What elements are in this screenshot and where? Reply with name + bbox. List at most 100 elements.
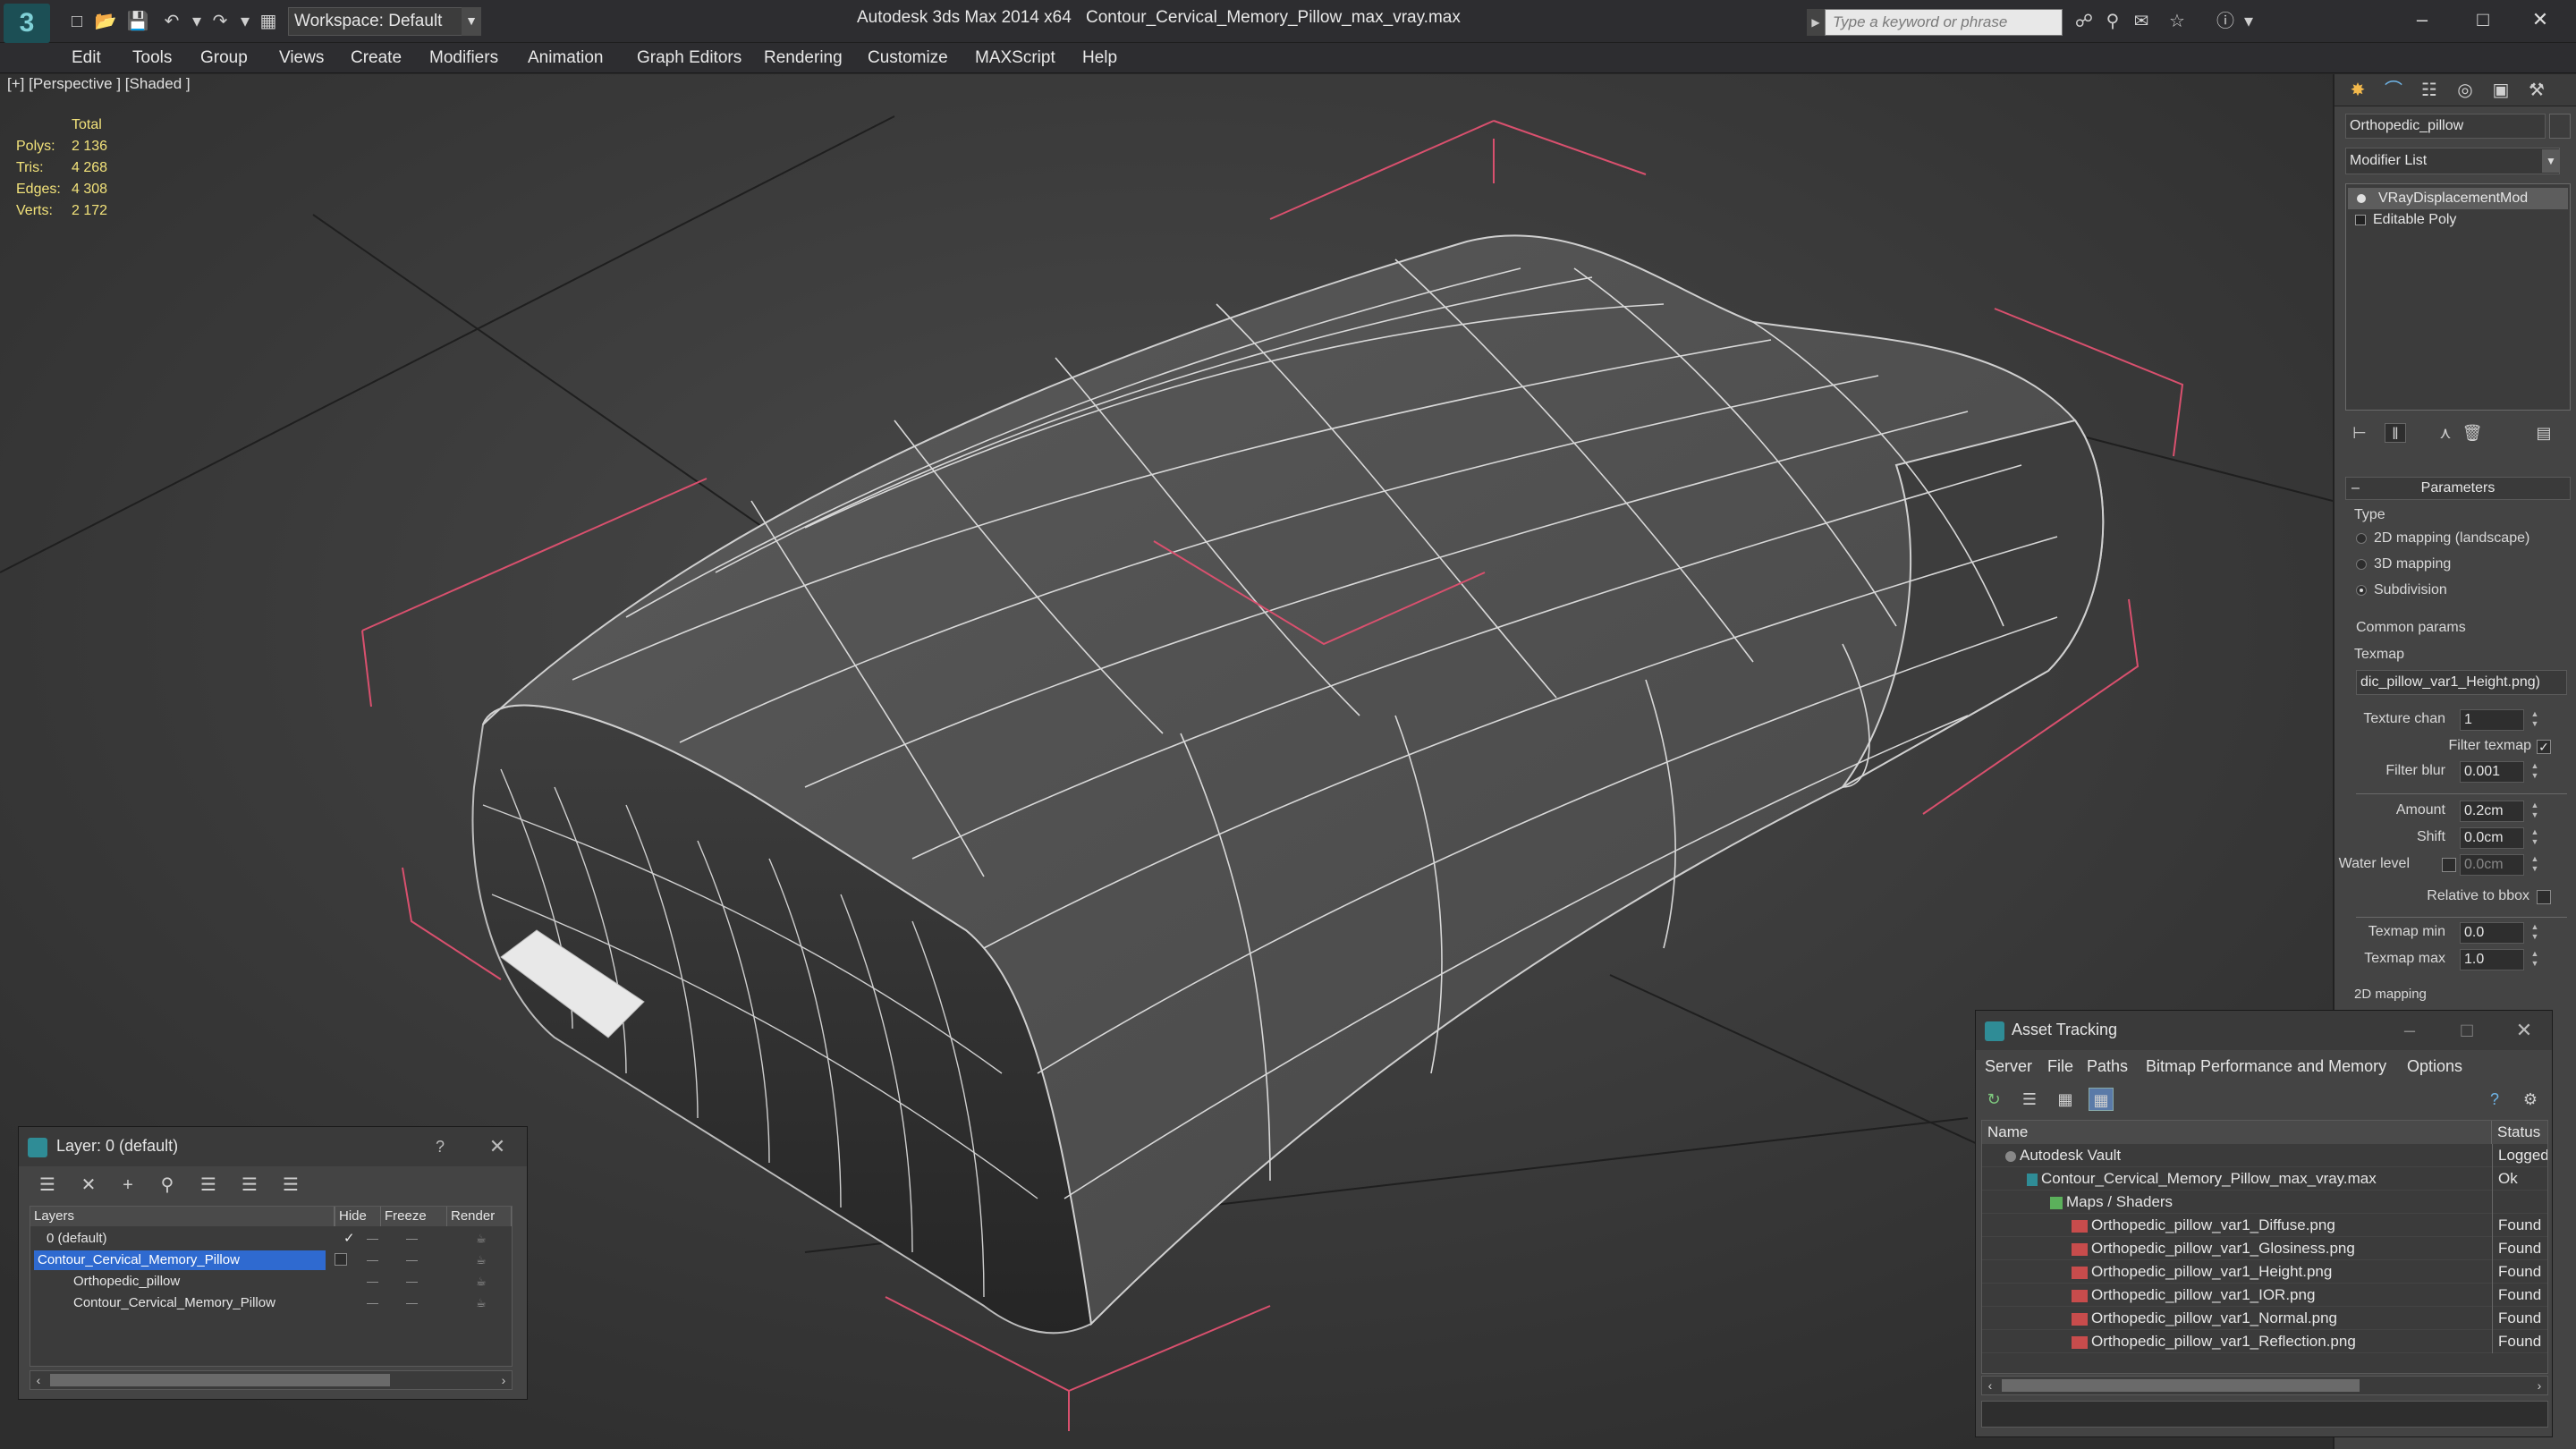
menu-create[interactable]: Create — [351, 48, 402, 68]
freeze-toggle[interactable]: — — [406, 1228, 418, 1250]
water-level-checkbox[interactable] — [2442, 858, 2456, 872]
layer-row[interactable]: Orthopedic_pillow — — ☕ — [30, 1271, 512, 1292]
menu-group[interactable]: Group — [200, 48, 248, 68]
search-input[interactable]: Type a keyword or phrase — [1825, 9, 2063, 36]
asset-row[interactable]: Contour_Cervical_Memory_Pillow_max_vray.… — [1982, 1167, 2547, 1191]
column-header-hide[interactable]: Hide — [335, 1207, 381, 1226]
radio-3d-mapping[interactable]: 3D mapping — [2356, 556, 2451, 572]
menu-modifiers[interactable]: Modifiers — [429, 48, 498, 68]
menu-graph-editors[interactable]: Graph Editors — [637, 48, 741, 68]
asset-row[interactable]: Orthopedic_pillow_var1_Glosiness.png Fou… — [1982, 1237, 2547, 1260]
layer-row[interactable]: 0 (default) ✓ — — ☕ — [30, 1228, 512, 1250]
active-layer-check-icon[interactable]: ✓ — [343, 1228, 355, 1250]
freeze-toggle[interactable]: — — [406, 1250, 418, 1271]
asset-path-field[interactable] — [1981, 1401, 2548, 1428]
menu-paths[interactable]: Paths — [2087, 1057, 2128, 1076]
menu-options[interactable]: Options — [2407, 1057, 2462, 1076]
favorites-star-icon[interactable]: ☆ — [2165, 9, 2190, 34]
filter-texmap-checkbox[interactable]: ✓ — [2537, 740, 2551, 754]
menu-rendering[interactable]: Rendering — [764, 48, 843, 68]
layer-dialog-titlebar[interactable]: Layer: 0 (default) ? ✕ — [19, 1127, 527, 1166]
menu-help[interactable]: Help — [1082, 48, 1117, 68]
spinner-arrows-icon[interactable]: ▲ ▼ — [2529, 922, 2540, 944]
scroll-right-icon[interactable]: › — [496, 1371, 512, 1389]
asset-row[interactable]: Autodesk Vault Logged — [1982, 1144, 2547, 1167]
lightbulb-icon[interactable] — [2357, 194, 2366, 203]
render-teapot-icon[interactable]: ☕ — [476, 1271, 487, 1292]
water-level-input[interactable]: 0.0cm — [2460, 854, 2524, 876]
search-expand-icon[interactable]: ▶ — [1807, 9, 1825, 36]
undo-icon[interactable]: ↶ — [159, 9, 184, 34]
maximize-icon[interactable]: □ — [2453, 1018, 2480, 1043]
column-header-name[interactable]: Name — [1982, 1121, 2492, 1144]
asset-row[interactable]: Maps / Shaders — [1982, 1191, 2547, 1214]
minimize-icon[interactable]: – — [2397, 4, 2447, 36]
display-tab-icon[interactable]: ▣ — [2485, 78, 2517, 103]
filter-blur-input[interactable]: 0.001 — [2460, 761, 2524, 783]
select-objects-icon[interactable]: ⚲ — [155, 1174, 180, 1197]
column-header-freeze[interactable]: Freeze — [381, 1207, 447, 1226]
motion-tab-icon[interactable]: ◎ — [2449, 78, 2481, 103]
freeze-toggle[interactable]: — — [406, 1271, 418, 1292]
create-layer-icon[interactable]: ☰ — [35, 1174, 60, 1197]
project-folder-icon[interactable]: ▦ — [256, 9, 281, 34]
help-icon[interactable]: ? — [427, 1134, 453, 1159]
radio-2d-mapping[interactable]: 2D mapping (landscape) — [2356, 530, 2529, 547]
close-icon[interactable]: ✕ — [2515, 4, 2565, 36]
freeze-toggle[interactable]: — — [406, 1292, 418, 1314]
asset-row[interactable]: Orthopedic_pillow_var1_Diffuse.png Found — [1982, 1214, 2547, 1237]
stack-item-vray-displacement[interactable]: VRayDisplacementMod — [2348, 188, 2568, 209]
parameters-rollout-header[interactable]: – Parameters — [2345, 477, 2571, 500]
freeze-all-layers-icon[interactable]: ☰ — [278, 1174, 303, 1197]
shift-input[interactable]: 0.0cm — [2460, 827, 2524, 849]
menu-tools[interactable]: Tools — [132, 48, 172, 68]
configure-modifier-sets-icon[interactable]: ▤ — [2533, 423, 2555, 443]
menu-edit[interactable]: Edit — [72, 48, 101, 68]
modify-tab-icon[interactable]: ⌒ — [2377, 78, 2410, 103]
hide-all-layers-icon[interactable]: ☰ — [237, 1174, 262, 1197]
refresh-icon[interactable]: ↻ — [1981, 1088, 2006, 1111]
horizontal-scrollbar[interactable]: ‹ › — [30, 1370, 513, 1390]
asset-row[interactable]: Orthopedic_pillow_var1_Reflection.png Fo… — [1982, 1330, 2547, 1353]
save-file-icon[interactable]: 💾 — [125, 9, 150, 34]
texmap-min-input[interactable]: 0.0 — [2460, 922, 2524, 944]
menu-file[interactable]: File — [2047, 1057, 2073, 1076]
open-file-icon[interactable]: 📂 — [93, 9, 118, 34]
scroll-right-icon[interactable]: › — [2531, 1377, 2547, 1394]
asset-row[interactable]: Orthopedic_pillow_var1_Height.png Found — [1982, 1260, 2547, 1284]
active-layer-checkbox[interactable] — [335, 1253, 347, 1266]
make-unique-icon[interactable]: ⋏ — [2435, 423, 2456, 443]
hide-toggle[interactable]: — — [367, 1271, 378, 1292]
redo-dropdown-icon[interactable]: ▾ — [233, 9, 258, 34]
settings-icon[interactable]: ⚙ — [2518, 1088, 2543, 1111]
asset-row[interactable]: Orthopedic_pillow_var1_IOR.png Found — [1982, 1284, 2547, 1307]
asset-tracking-titlebar[interactable]: Asset Tracking – □ ✕ — [1976, 1011, 2552, 1050]
column-header-layers[interactable]: Layers — [30, 1207, 335, 1226]
layer-row[interactable]: Contour_Cervical_Memory_Pillow — — ☕ — [30, 1292, 512, 1314]
spinner-arrows-icon[interactable]: ▲ ▼ — [2529, 709, 2540, 731]
spinner-arrows-icon[interactable]: ▲ ▼ — [2529, 761, 2540, 783]
expand-icon[interactable] — [2355, 215, 2366, 225]
maximize-icon[interactable]: □ — [2458, 4, 2508, 36]
delete-layer-icon[interactable]: ✕ — [76, 1174, 101, 1197]
texmap-max-input[interactable]: 1.0 — [2460, 949, 2524, 970]
pin-stack-icon[interactable]: ⊢ — [2349, 423, 2370, 443]
scroll-left-icon[interactable]: ‹ — [30, 1371, 47, 1389]
utilities-tab-icon[interactable]: ⚒ — [2521, 78, 2553, 103]
hide-toggle[interactable]: — — [367, 1292, 378, 1314]
new-file-icon[interactable]: □ — [64, 9, 89, 34]
render-teapot-icon[interactable]: ☕ — [476, 1292, 487, 1314]
workspace-dropdown[interactable]: Workspace: Default — [288, 7, 481, 36]
texmap-button[interactable]: dic_pillow_var1_Height.png) — [2356, 670, 2567, 695]
highlight-selected-icon[interactable]: ☰ — [196, 1174, 221, 1197]
binoculars-icon[interactable]: ☍ — [2072, 9, 2097, 34]
list-view-icon[interactable]: ☰ — [2017, 1088, 2042, 1111]
hierarchy-tab-icon[interactable]: ☷ — [2413, 78, 2445, 103]
scroll-left-icon[interactable]: ‹ — [1982, 1377, 1998, 1394]
help-icon[interactable]: ⓘ — [2213, 9, 2238, 34]
scrollbar-thumb[interactable] — [2002, 1379, 2360, 1392]
menu-animation[interactable]: Animation — [528, 48, 604, 68]
create-tab-icon[interactable]: ✸ — [2342, 78, 2374, 103]
relative-bbox-checkbox[interactable] — [2537, 890, 2551, 904]
add-selection-icon[interactable]: + — [115, 1174, 140, 1197]
